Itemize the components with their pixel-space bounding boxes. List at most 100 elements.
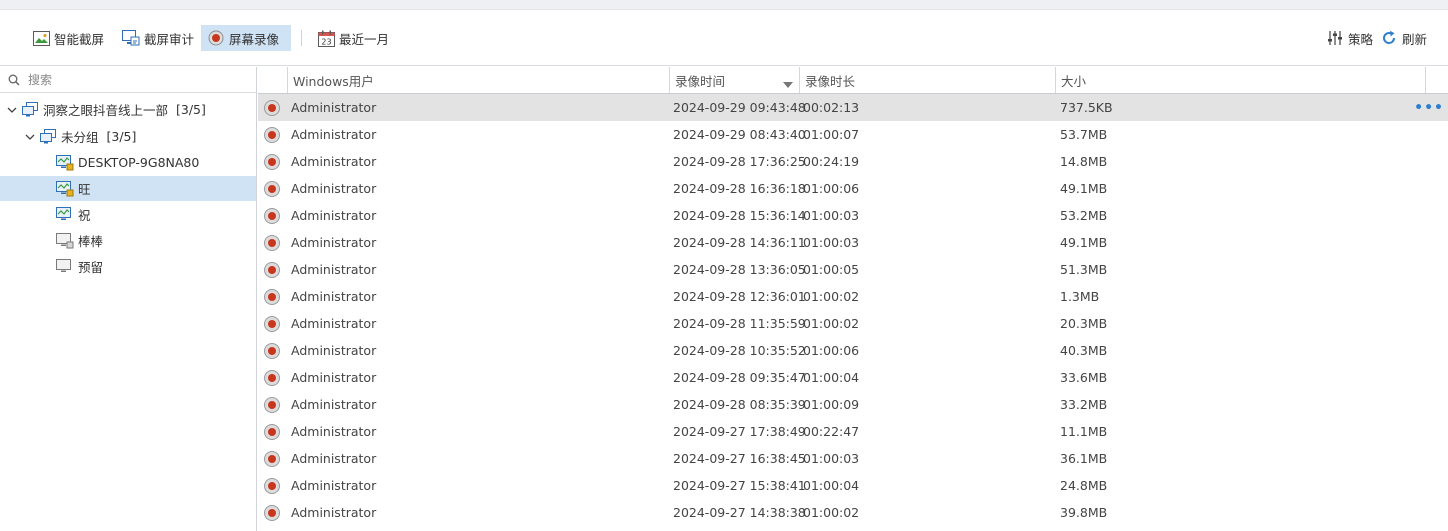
cell-user: Administrator bbox=[291, 370, 377, 385]
cell-record-time: 2024-09-28 14:36:11 bbox=[673, 235, 806, 250]
recent-month-button[interactable]: 23 最近一月 bbox=[311, 25, 397, 51]
table-row[interactable]: Administrator 2024-09-28 10:35:52 01:00:06… bbox=[258, 337, 1448, 364]
cell-size: 36.1MB bbox=[1060, 451, 1108, 466]
table-row[interactable]: Administrator 2024-09-29 08:43:40 01:00:07… bbox=[258, 121, 1448, 148]
tree-label: 旺 bbox=[78, 182, 91, 197]
column-header-size[interactable]: 大小 bbox=[1055, 67, 1425, 93]
policy-label: 策略 bbox=[1348, 31, 1374, 47]
column-header-label: 大小 bbox=[1061, 73, 1087, 89]
record-icon bbox=[264, 343, 280, 359]
cell-duration: 01:00:03 bbox=[803, 451, 860, 466]
column-header-record-time[interactable]: 录像时间 bbox=[669, 67, 799, 93]
record-icon bbox=[264, 127, 280, 143]
record-icon bbox=[264, 424, 280, 440]
tree-label: 预留 bbox=[78, 260, 104, 275]
table-row[interactable]: Administrator 2024-09-28 08:35:39 01:00:09… bbox=[258, 391, 1448, 418]
tree-device-desktop[interactable]: DESKTOP-9G8NA80 bbox=[0, 150, 256, 175]
column-header-user[interactable]: Windows用户 bbox=[287, 67, 669, 93]
tree-count: [3/5] bbox=[106, 129, 137, 144]
record-icon bbox=[264, 478, 280, 494]
cell-duration: 01:00:02 bbox=[803, 316, 860, 331]
cell-duration: 01:00:04 bbox=[803, 478, 860, 493]
cell-record-time: 2024-09-28 10:35:52 bbox=[673, 343, 806, 358]
cell-size: 53.7MB bbox=[1060, 127, 1108, 142]
table-row[interactable]: Administrator 2024-09-29 09:43:48 00:02:13… bbox=[258, 94, 1448, 121]
table-row[interactable]: Administrator 2024-09-27 17:38:49 00:22:47… bbox=[258, 418, 1448, 445]
computer-group-icon bbox=[21, 102, 39, 118]
table-row[interactable]: Administrator 2024-09-28 17:36:25 00:24:19… bbox=[258, 148, 1448, 175]
cell-user: Administrator bbox=[291, 154, 377, 169]
cell-user: Administrator bbox=[291, 343, 377, 358]
cell-record-time: 2024-09-28 09:35:47 bbox=[673, 370, 806, 385]
device-tree-pane: 洞察之眼抖音线上一部 [3/5] 未分组 [3/5] DESKTOP-9G8NA… bbox=[0, 67, 257, 531]
cell-user: Administrator bbox=[291, 424, 377, 439]
record-icon bbox=[264, 181, 280, 197]
cell-user: Administrator bbox=[291, 478, 377, 493]
record-icon bbox=[264, 451, 280, 467]
record-icon bbox=[264, 100, 280, 116]
calendar-icon: 23 bbox=[317, 29, 335, 47]
cell-record-time: 2024-09-29 08:43:40 bbox=[673, 127, 806, 142]
online-computer-lock-icon bbox=[56, 180, 74, 197]
cell-record-time: 2024-09-28 16:36:18 bbox=[673, 181, 806, 196]
cell-user: Administrator bbox=[291, 397, 377, 412]
toolbar: 智能截屏 截屏审计 屏幕录像 23 最近一月 策略 刷新 bbox=[0, 10, 1448, 66]
smart-capture-button[interactable]: 智能截屏 bbox=[26, 25, 112, 51]
capture-audit-label: 截屏审计 bbox=[144, 31, 195, 47]
tree-count: [3/5] bbox=[176, 102, 206, 117]
table-row[interactable]: Administrator 2024-09-28 12:36:01 01:00:02… bbox=[258, 283, 1448, 310]
sliders-icon bbox=[1326, 29, 1344, 47]
tree-device-zhu[interactable]: 祝 bbox=[0, 202, 256, 227]
computer-group-icon bbox=[39, 129, 57, 145]
cell-duration: 00:02:13 bbox=[803, 100, 860, 115]
cell-user: Administrator bbox=[291, 451, 377, 466]
policy-button[interactable]: 策略 bbox=[1320, 25, 1381, 51]
more-options-icon[interactable]: ••• bbox=[1414, 100, 1444, 116]
tree-device-wang[interactable]: 旺 bbox=[0, 176, 256, 201]
cell-record-time: 2024-09-27 17:38:49 bbox=[673, 424, 806, 439]
capture-audit-button[interactable]: 截屏审计 bbox=[116, 25, 202, 51]
table-row[interactable]: Administrator 2024-09-28 09:35:47 01:00:04… bbox=[258, 364, 1448, 391]
smart-capture-label: 智能截屏 bbox=[54, 31, 105, 47]
cell-duration: 01:00:07 bbox=[803, 127, 860, 142]
cell-size: 33.6MB bbox=[1060, 370, 1108, 385]
cell-size: 33.2MB bbox=[1060, 397, 1108, 412]
tree-group-root[interactable]: 洞察之眼抖音线上一部 [3/5] bbox=[0, 97, 256, 122]
cell-size: 49.1MB bbox=[1060, 235, 1108, 250]
column-header-duration[interactable]: 录像时长 bbox=[799, 67, 1055, 93]
cell-user: Administrator bbox=[291, 181, 377, 196]
tree-group-ungrouped[interactable]: 未分组 [3/5] bbox=[0, 124, 256, 149]
tree-label: 棒棒 bbox=[78, 234, 104, 249]
table-row[interactable]: Administrator 2024-09-27 16:38:45 01:00:03… bbox=[258, 445, 1448, 472]
cell-size: 737.5KB bbox=[1060, 100, 1113, 115]
refresh-icon bbox=[1380, 29, 1398, 47]
tree-label: 未分组 bbox=[61, 130, 99, 145]
cell-record-time: 2024-09-27 14:38:38 bbox=[673, 505, 806, 520]
cell-duration: 00:24:19 bbox=[803, 154, 860, 169]
table-row[interactable]: Administrator 2024-09-27 14:38:38 01:00:02… bbox=[258, 499, 1448, 526]
table-row[interactable]: Administrator 2024-09-28 11:35:59 01:00:02… bbox=[258, 310, 1448, 337]
table-row[interactable]: Administrator 2024-09-28 14:36:11 01:00:03… bbox=[258, 229, 1448, 256]
tree-device-bangbang[interactable]: 棒棒 bbox=[0, 228, 256, 253]
table-row[interactable]: Administrator 2024-09-27 15:38:41 01:00:04… bbox=[258, 472, 1448, 499]
cell-duration: 00:22:47 bbox=[803, 424, 860, 439]
cell-record-time: 2024-09-28 17:36:25 bbox=[673, 154, 806, 169]
cell-user: Administrator bbox=[291, 235, 377, 250]
cell-duration: 01:00:02 bbox=[803, 289, 860, 304]
cell-record-time: 2024-09-28 15:36:14 bbox=[673, 208, 806, 223]
tree-device-reserved[interactable]: 预留 bbox=[0, 254, 256, 279]
column-header-spacer bbox=[1425, 67, 1448, 93]
search-bar bbox=[0, 67, 256, 93]
table-row[interactable]: Administrator 2024-09-28 15:36:14 01:00:03… bbox=[258, 202, 1448, 229]
record-icon bbox=[264, 154, 280, 170]
svg-text:23: 23 bbox=[321, 37, 331, 46]
table-row[interactable]: Administrator 2024-09-28 13:36:05 01:00:05… bbox=[258, 256, 1448, 283]
cell-user: Administrator bbox=[291, 505, 377, 520]
record-icon bbox=[264, 316, 280, 332]
cell-size: 53.2MB bbox=[1060, 208, 1108, 223]
search-input[interactable] bbox=[28, 72, 228, 87]
refresh-button[interactable]: 刷新 bbox=[1374, 25, 1435, 51]
table-row[interactable]: Administrator 2024-09-28 16:36:18 01:00:06… bbox=[258, 175, 1448, 202]
cell-record-time: 2024-09-27 15:38:41 bbox=[673, 478, 806, 493]
screen-record-button[interactable]: 屏幕录像 bbox=[201, 25, 291, 51]
